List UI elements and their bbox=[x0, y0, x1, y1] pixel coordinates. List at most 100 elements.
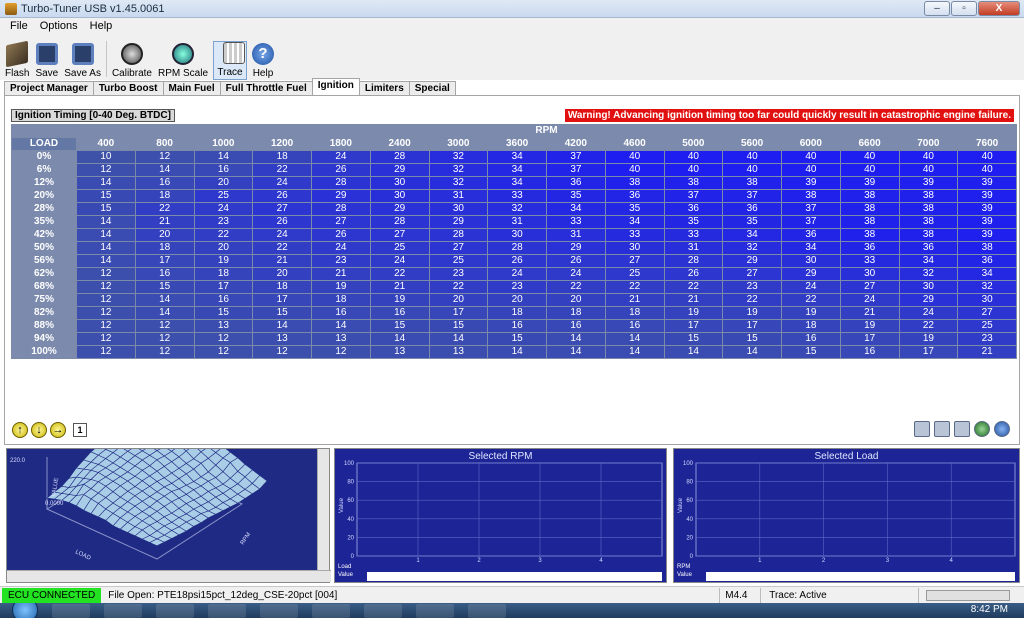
table-cell[interactable]: 16 bbox=[839, 345, 900, 359]
table-cell[interactable]: 34 bbox=[722, 228, 782, 242]
table-cell[interactable]: 23 bbox=[957, 332, 1017, 346]
table-cell[interactable]: 27 bbox=[722, 267, 782, 281]
table-cell[interactable]: 29 bbox=[428, 215, 489, 229]
table-cell[interactable]: 34 bbox=[487, 163, 547, 177]
tab-turbo-boost[interactable]: Turbo Boost bbox=[92, 81, 164, 95]
table-cell[interactable]: 25 bbox=[957, 319, 1017, 333]
table-cell[interactable]: 16 bbox=[369, 306, 430, 320]
table-cell[interactable]: 40 bbox=[663, 163, 724, 177]
table-cell[interactable]: 14 bbox=[722, 345, 782, 359]
table-cell[interactable]: 12 bbox=[193, 345, 254, 359]
table-cell[interactable]: 20 bbox=[428, 293, 489, 307]
close-button[interactable]: X bbox=[978, 1, 1020, 16]
table-cell[interactable]: 17 bbox=[663, 319, 724, 333]
table-cell[interactable]: 12 bbox=[134, 319, 195, 333]
table-cell[interactable]: 14 bbox=[76, 176, 136, 190]
table-cell[interactable]: 24 bbox=[781, 280, 841, 294]
minimize-button[interactable]: – bbox=[924, 1, 950, 16]
table-cell[interactable]: 15 bbox=[252, 306, 312, 320]
table-cell[interactable]: 28 bbox=[428, 228, 489, 242]
table-cell[interactable]: 39 bbox=[957, 228, 1017, 242]
table-cell[interactable]: 30 bbox=[604, 241, 665, 255]
table-cell[interactable]: 17 bbox=[898, 345, 959, 359]
table-cell[interactable]: 18 bbox=[604, 306, 665, 320]
table-cell[interactable]: 38 bbox=[898, 202, 959, 216]
table-cell[interactable]: 38 bbox=[839, 189, 900, 203]
split-view-icon[interactable] bbox=[954, 421, 970, 437]
refresh-icon[interactable] bbox=[974, 421, 990, 437]
table-cell[interactable]: 17 bbox=[428, 306, 489, 320]
table-cell[interactable]: 21 bbox=[369, 280, 430, 294]
table-cell[interactable]: 15 bbox=[193, 306, 254, 320]
menu-file[interactable]: File bbox=[4, 20, 34, 32]
table-cell[interactable]: 40 bbox=[839, 150, 900, 164]
table-cell[interactable]: 13 bbox=[428, 345, 489, 359]
table-cell[interactable]: 14 bbox=[487, 345, 547, 359]
table-cell[interactable]: 19 bbox=[722, 306, 782, 320]
table-cell[interactable]: 25 bbox=[369, 241, 430, 255]
table-cell[interactable]: 22 bbox=[546, 280, 606, 294]
table-cell[interactable]: 16 bbox=[487, 319, 547, 333]
table-cell[interactable]: 19 bbox=[781, 306, 841, 320]
table-cell[interactable]: 22 bbox=[134, 202, 195, 216]
table-cell[interactable]: 12 bbox=[134, 332, 195, 346]
save-button[interactable]: Save bbox=[34, 43, 59, 80]
table-cell[interactable]: 31 bbox=[487, 215, 547, 229]
taskbar-item[interactable] bbox=[416, 604, 454, 618]
table-cell[interactable]: 22 bbox=[369, 267, 430, 281]
table-cell[interactable]: 30 bbox=[369, 176, 430, 190]
save-as-button[interactable]: Save As bbox=[63, 43, 102, 80]
table-cell[interactable]: 16 bbox=[193, 293, 254, 307]
table-cell[interactable]: 27 bbox=[369, 228, 430, 242]
table-cell[interactable]: 19 bbox=[193, 254, 254, 268]
table-view-icon[interactable] bbox=[934, 421, 950, 437]
table-cell[interactable]: 16 bbox=[311, 306, 371, 320]
table-cell[interactable]: 39 bbox=[957, 176, 1017, 190]
table-cell[interactable]: 21 bbox=[311, 267, 371, 281]
table-cell[interactable]: 20 bbox=[134, 228, 195, 242]
table-cell[interactable]: 40 bbox=[604, 163, 665, 177]
table-cell[interactable]: 26 bbox=[663, 267, 724, 281]
tab-full-throttle-fuel[interactable]: Full Throttle Fuel bbox=[219, 81, 313, 95]
table-cell[interactable]: 34 bbox=[957, 267, 1017, 281]
taskbar-item[interactable] bbox=[156, 604, 194, 618]
table-cell[interactable]: 12 bbox=[193, 332, 254, 346]
table-cell[interactable]: 30 bbox=[369, 189, 430, 203]
table-cell[interactable]: 29 bbox=[369, 202, 430, 216]
table-cell[interactable]: 34 bbox=[487, 150, 547, 164]
table-cell[interactable]: 36 bbox=[663, 202, 724, 216]
table-cell[interactable]: 33 bbox=[839, 254, 900, 268]
table-cell[interactable]: 27 bbox=[957, 306, 1017, 320]
table-cell[interactable]: 39 bbox=[898, 176, 959, 190]
table-cell[interactable]: 40 bbox=[957, 150, 1017, 164]
table-cell[interactable]: 30 bbox=[898, 280, 959, 294]
table-cell[interactable]: 29 bbox=[369, 163, 430, 177]
table-cell[interactable]: 13 bbox=[311, 332, 371, 346]
table-cell[interactable]: 35 bbox=[546, 189, 606, 203]
table-cell[interactable]: 33 bbox=[487, 189, 547, 203]
table-cell[interactable]: 14 bbox=[76, 254, 136, 268]
table-cell[interactable]: 17 bbox=[839, 332, 900, 346]
table-cell[interactable]: 22 bbox=[722, 293, 782, 307]
table-cell[interactable]: 22 bbox=[663, 280, 724, 294]
table-cell[interactable]: 12 bbox=[76, 267, 136, 281]
table-cell[interactable]: 36 bbox=[722, 202, 782, 216]
table-cell[interactable]: 26 bbox=[311, 228, 371, 242]
table-cell[interactable]: 22 bbox=[252, 163, 312, 177]
table-cell[interactable]: 14 bbox=[604, 345, 665, 359]
table-cell[interactable]: 17 bbox=[134, 254, 195, 268]
table-cell[interactable]: 14 bbox=[546, 332, 606, 346]
table-cell[interactable]: 39 bbox=[957, 215, 1017, 229]
table-cell[interactable]: 33 bbox=[663, 228, 724, 242]
table-cell[interactable]: 37 bbox=[722, 189, 782, 203]
table-cell[interactable]: 12 bbox=[76, 319, 136, 333]
table-cell[interactable]: 38 bbox=[839, 228, 900, 242]
table-cell[interactable]: 23 bbox=[487, 280, 547, 294]
table-cell[interactable]: 26 bbox=[252, 189, 312, 203]
table-cell[interactable]: 23 bbox=[428, 267, 489, 281]
table-cell[interactable]: 27 bbox=[428, 241, 489, 255]
table-cell[interactable]: 14 bbox=[193, 150, 254, 164]
arrow-down-icon[interactable]: ↓ bbox=[31, 422, 47, 438]
table-cell[interactable]: 24 bbox=[252, 176, 312, 190]
table-cell[interactable]: 15 bbox=[663, 332, 724, 346]
